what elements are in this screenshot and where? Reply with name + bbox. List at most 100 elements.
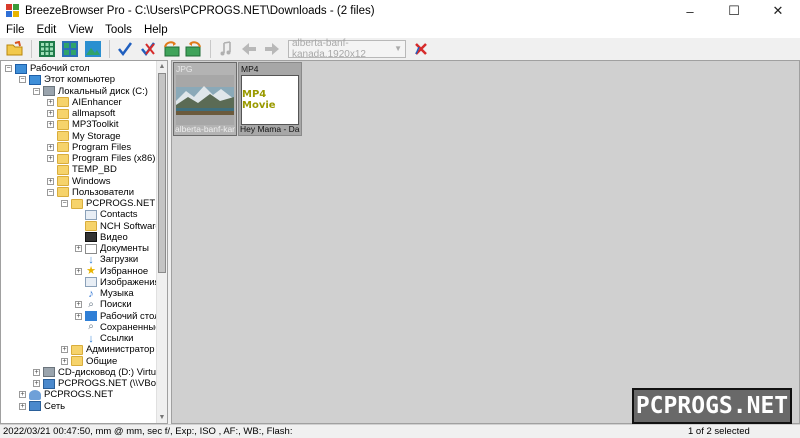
image-view-button[interactable]	[82, 39, 104, 59]
expand-icon[interactable]: +	[75, 245, 82, 252]
expand-icon[interactable]: +	[33, 380, 40, 387]
tree-item[interactable]: TEMP_BD	[47, 164, 117, 175]
tree-item[interactable]: − Рабочий стол	[5, 63, 90, 74]
star-icon: ★	[86, 265, 96, 277]
tree-item[interactable]: + MP3Toolkit	[47, 119, 118, 130]
tree-item[interactable]: ↓ Ссылки	[75, 333, 133, 344]
tree-item[interactable]: + Администратор	[61, 344, 155, 355]
expand-icon[interactable]: +	[61, 346, 68, 354]
scroll-down-icon[interactable]: ▼	[157, 412, 167, 423]
tree-item[interactable]: + Program Files (x86)	[47, 153, 155, 164]
tree-item[interactable]: + PCPROGS.NET	[19, 389, 113, 400]
next-button[interactable]	[261, 39, 283, 59]
scroll-up-icon[interactable]: ▲	[157, 61, 167, 72]
tree-item[interactable]: My Storage	[47, 131, 121, 142]
grid-large-button[interactable]	[59, 39, 81, 59]
image-view-icon	[85, 41, 101, 57]
tree-item[interactable]: + ★ Избранное	[75, 266, 148, 277]
delete-icon	[415, 43, 427, 55]
tree-item-label: Документы	[100, 243, 149, 254]
tree-item[interactable]: NCH Software S	[75, 221, 167, 232]
tree-item[interactable]: + Program Files	[47, 142, 131, 153]
tree-item-label: allmapsoft	[72, 108, 116, 119]
tree-item[interactable]: + PCPROGS.NET (\\VBoxSvr	[33, 378, 167, 389]
tree-item[interactable]: − PCPROGS.NET	[61, 198, 155, 209]
expand-icon[interactable]: +	[19, 402, 26, 410]
landscape-photo-thumbnail	[176, 75, 234, 125]
menu-file[interactable]: File	[0, 23, 31, 37]
thumbnail-area[interactable]: JPG alberta-banf-kan MP4 MP4 Movie Hey M…	[171, 60, 800, 424]
thumbnail-photo[interactable]: JPG alberta-banf-kan	[173, 62, 237, 136]
expand-icon[interactable]: +	[47, 121, 54, 129]
folder-tree[interactable]: − Рабочий стол − Этот компьютер − Локальный д…	[0, 60, 168, 424]
menu-edit[interactable]: Edit	[31, 23, 63, 37]
collapse-icon[interactable]: −	[47, 188, 54, 196]
folder-icon	[57, 97, 69, 108]
tree-item-label: My Storage	[72, 130, 121, 142]
tree-item[interactable]: Изображения	[75, 277, 160, 288]
tree-item[interactable]: + ⌕ Поиски	[75, 299, 132, 310]
rotate-left-button[interactable]	[160, 39, 182, 59]
tree-item[interactable]: Contacts	[75, 209, 138, 220]
open-folder-button[interactable]	[4, 39, 26, 59]
arrow-left-icon	[242, 43, 256, 55]
expand-icon[interactable]: +	[75, 312, 82, 320]
collapse-icon[interactable]: −	[5, 65, 12, 72]
rotate-right-button[interactable]	[183, 39, 205, 59]
tree-item[interactable]: + Документы	[75, 243, 149, 254]
grid-small-button[interactable]	[36, 39, 58, 59]
expand-icon[interactable]: +	[33, 368, 40, 376]
previous-button[interactable]	[238, 39, 260, 59]
folder-icon	[71, 344, 83, 355]
tree-item[interactable]: + allmapsoft	[47, 108, 115, 119]
menu-help[interactable]: Help	[138, 23, 174, 37]
tree-item[interactable]: + CD-дисковод (D:) VirtualBox	[33, 367, 167, 378]
collapse-icon[interactable]: −	[61, 200, 68, 207]
tree-item[interactable]: + Сеть	[19, 401, 65, 412]
tree-item[interactable]: ♪ Музыка	[75, 288, 133, 299]
tree-item[interactable]: + Общие	[61, 356, 117, 367]
tree-item-label: PCPROGS.NET	[44, 389, 114, 401]
grid-large-icon	[62, 41, 78, 57]
minimize-button[interactable]: –	[668, 0, 712, 22]
delete-button[interactable]	[410, 39, 432, 59]
music-button[interactable]	[215, 39, 237, 59]
tree-item-label: Contacts	[100, 209, 138, 221]
expand-icon[interactable]: +	[47, 98, 54, 106]
check-button[interactable]	[114, 39, 136, 59]
clear-check-button[interactable]	[137, 39, 159, 59]
scroll-thumb[interactable]	[158, 73, 166, 273]
tree-item[interactable]: − Этот компьютер	[19, 74, 115, 85]
tree-item[interactable]: ↓ Загрузки	[75, 254, 138, 265]
tree-item[interactable]: − Локальный диск (C:)	[33, 86, 148, 97]
tree-scrollbar[interactable]: ▲ ▼	[156, 61, 167, 423]
expand-icon[interactable]: +	[19, 391, 26, 399]
tree-item-label: Program Files	[72, 141, 132, 153]
expand-icon[interactable]: +	[47, 177, 54, 185]
expand-icon[interactable]: +	[61, 357, 68, 365]
thumbnail-filename: Hey Mama - Da	[240, 124, 300, 134]
close-button[interactable]: ✕	[756, 0, 800, 22]
tree-item[interactable]: ⌕ Сохраненные и	[75, 322, 167, 333]
expand-icon[interactable]: +	[47, 110, 54, 117]
expand-icon[interactable]: +	[47, 155, 54, 162]
tree-item[interactable]: + Windows	[47, 176, 111, 187]
window-title: BreezeBrowser Pro - C:\Users\PCPROGS.NET…	[25, 5, 375, 17]
collapse-icon[interactable]: −	[33, 87, 40, 95]
tree-item[interactable]: − Пользователи	[47, 187, 134, 198]
menu-view[interactable]: View	[62, 23, 99, 37]
menu-bar: File Edit View Tools Help	[0, 22, 800, 38]
file-select-combo[interactable]: alberta-banf-kanada.1920x12 ▼	[288, 38, 406, 60]
expand-icon[interactable]: +	[75, 267, 82, 275]
menu-tools[interactable]: Tools	[99, 23, 138, 37]
tree-item[interactable]: + AIEnhancer	[47, 97, 122, 108]
folder-icon	[85, 221, 97, 231]
tree-item[interactable]: Видео	[75, 232, 128, 243]
expand-icon[interactable]: +	[47, 143, 54, 151]
collapse-icon[interactable]: −	[19, 76, 26, 84]
tree-item[interactable]: + Рабочий стол	[75, 311, 160, 322]
maximize-button[interactable]: ☐	[712, 0, 756, 22]
expand-icon[interactable]: +	[75, 301, 82, 309]
thumbnail-movie[interactable]: MP4 MP4 Movie Hey Mama - Da	[238, 62, 302, 136]
grid-small-icon	[39, 41, 55, 57]
